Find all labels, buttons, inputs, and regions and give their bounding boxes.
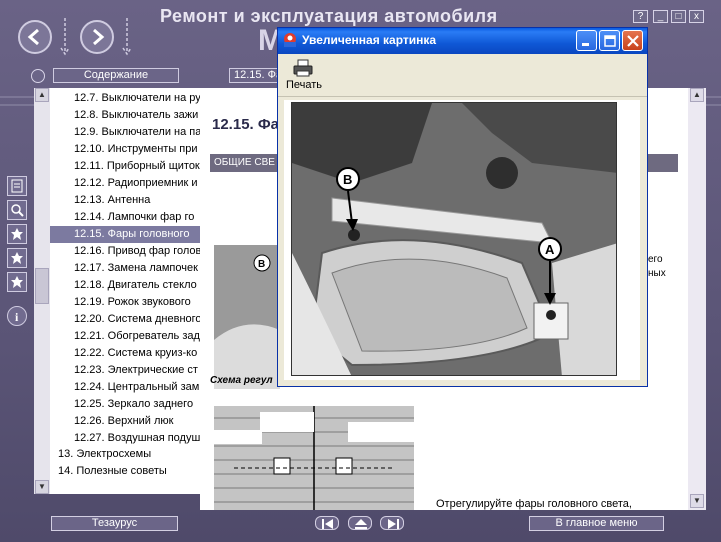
toc-item[interactable]: 13. Электросхемы (50, 446, 200, 463)
app-icon (284, 33, 296, 47)
toc-item[interactable]: 12.9. Выключатели на па (50, 124, 200, 141)
toggle-icon[interactable] (31, 69, 45, 83)
next-page-button[interactable] (380, 516, 404, 530)
toc-item[interactable]: 12.21. Обогреватель зад (50, 328, 200, 345)
toc-item[interactable]: 12.23. Электрические ст (50, 362, 200, 379)
popup-toolbar: Печать (278, 54, 647, 97)
star-icon (11, 228, 23, 240)
toc-item[interactable]: 12.11. Приборный щиток (50, 158, 200, 175)
figure-caption: Схема регул (210, 375, 273, 386)
print-button[interactable]: Печать (284, 57, 324, 93)
star-plus-icon (11, 252, 23, 264)
maximize-button[interactable]: □ (671, 10, 686, 23)
minimize-button[interactable]: _ (653, 10, 668, 23)
popup-titlebar[interactable]: Увеличенная картинка (278, 28, 647, 54)
adjustment-diagram[interactable] (214, 406, 414, 510)
toc-item[interactable]: 12.26. Верхний люк (50, 413, 200, 430)
side-text: его (648, 254, 663, 265)
toc-item[interactable]: 12.24. Центральный зам (50, 379, 200, 396)
scroll-up-icon[interactable]: ▲ (35, 88, 49, 102)
toc-item[interactable]: 12.18. Двигатель стекло (50, 277, 200, 294)
next-icon (388, 519, 399, 529)
toc-item[interactable]: 12.13. Антенна (50, 192, 200, 209)
star-minus-icon (11, 276, 23, 288)
search-tool-button[interactable] (7, 200, 27, 220)
svg-text:B: B (258, 259, 265, 270)
remove-bookmark-tool-button[interactable] (7, 272, 27, 292)
toc-item[interactable]: 12.16. Привод фар голов (50, 243, 200, 260)
maximize-icon (604, 35, 616, 47)
arrow-right-icon (93, 28, 105, 46)
arrow-down-icon (60, 18, 70, 56)
marker-b: B (343, 172, 352, 187)
scroll-up-icon[interactable]: ▲ (690, 88, 704, 102)
toc-item[interactable]: 12.20. Система дневного (50, 311, 200, 328)
toc-item[interactable]: 14. Полезные советы (50, 463, 200, 480)
popup-close-button[interactable] (622, 30, 643, 51)
bookmark-tool-button[interactable] (7, 224, 27, 244)
popup-title: Увеличенная картинка (302, 33, 437, 47)
tab-contents[interactable]: Содержание (53, 68, 179, 83)
main-menu-button[interactable]: В главное меню (529, 516, 664, 531)
toc-scrollbar[interactable]: ▲ ▼ (34, 88, 50, 494)
enlarged-image-window: Увеличенная картинка Печать B A (277, 27, 648, 387)
app-title: Ремонт и эксплуатация автомобиля (160, 6, 498, 26)
toc-item[interactable]: 12.10. Инструменты при (50, 141, 200, 158)
headlight-thumbnail[interactable]: B (214, 245, 280, 389)
toc-item[interactable]: 12.27. Воздушная подуш (50, 430, 200, 447)
scroll-down-icon[interactable]: ▼ (35, 480, 49, 494)
body-text: Отрегулируйте фары головного света, (436, 498, 632, 510)
forward-button[interactable] (80, 20, 114, 54)
toc-item[interactable]: 12.7. Выключатели на ру (50, 90, 200, 107)
arrow-left-icon (27, 28, 39, 46)
close-button[interactable]: x (689, 10, 704, 23)
prev-page-button[interactable] (315, 516, 339, 530)
toc-item[interactable]: 12.12. Радиоприемник и (50, 175, 200, 192)
info-icon: i (15, 310, 19, 323)
printer-icon (11, 179, 23, 193)
popup-minimize-button[interactable] (576, 30, 597, 51)
info-tool-button[interactable]: i (7, 306, 27, 326)
toc-item[interactable]: 12.22. Система круиз-ко (50, 345, 200, 362)
print-tool-button[interactable] (7, 176, 27, 196)
toc-scroll-thumb[interactable] (35, 268, 49, 304)
back-button[interactable] (18, 20, 52, 54)
toc-panel: ▲ ▼ 12.7. Выключатели на ру 12.8. Выключа… (34, 88, 201, 494)
thesaurus-button[interactable]: Тезаурус (51, 516, 178, 531)
toc-item[interactable]: 12.14. Лампочки фар го (50, 209, 200, 226)
toc-item[interactable]: 12.25. Зеркало заднего (50, 396, 200, 413)
printer-icon (293, 59, 313, 77)
previous-icon (322, 519, 333, 529)
popup-maximize-button[interactable] (599, 30, 620, 51)
toc-item[interactable]: 12.17. Замена лампочек (50, 260, 200, 277)
home-page-button[interactable] (348, 516, 372, 530)
image-viewport: B A (284, 100, 640, 380)
help-button[interactable]: ? (633, 10, 648, 23)
page-title: 12.15. Фа (212, 116, 280, 133)
tab-current-section[interactable]: 12.15. Фа (229, 68, 279, 83)
print-label: Печать (285, 79, 323, 91)
search-icon (11, 204, 24, 217)
minimize-icon (582, 43, 589, 46)
eject-icon (355, 519, 367, 529)
arrow-down-icon (122, 18, 132, 56)
headlight-photo: B A (291, 102, 617, 376)
side-text: ных (648, 268, 666, 279)
document-scrollbar[interactable]: ▲ ▼ (688, 88, 706, 510)
toc-item[interactable]: 12.19. Рожок звукового (50, 294, 200, 311)
svg-text:i: i (15, 310, 19, 323)
close-icon (627, 35, 639, 47)
toc-item[interactable]: 12.8. Выключатель зажи (50, 107, 200, 124)
toc-item-selected[interactable]: 12.15. Фары головного (50, 226, 200, 243)
add-bookmark-tool-button[interactable] (7, 248, 27, 268)
scroll-down-icon[interactable]: ▼ (690, 494, 704, 508)
marker-a: A (545, 242, 555, 257)
